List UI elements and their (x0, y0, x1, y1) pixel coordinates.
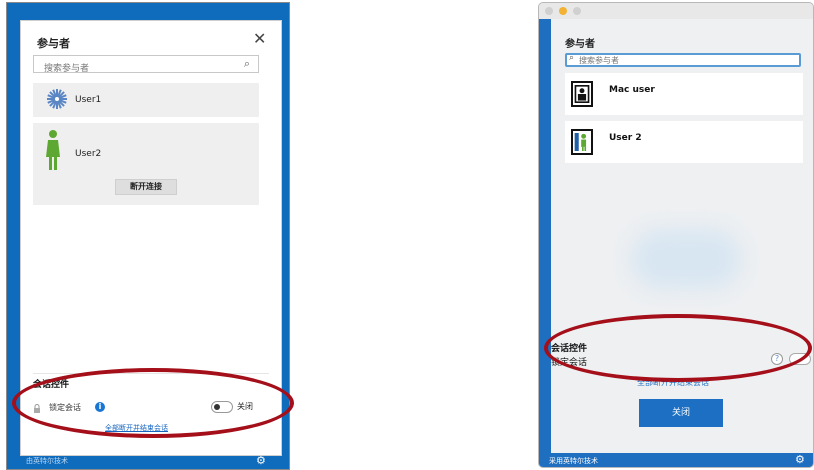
search-icon: ⌕ (569, 53, 575, 63)
participant-item-user-2[interactable]: User 2 (565, 121, 803, 163)
participant-name: User 2 (609, 133, 642, 143)
highlight-ellipse-mac (544, 314, 812, 382)
framed-portrait-icon (571, 81, 593, 107)
participant-name: User1 (75, 95, 102, 105)
participant-name: Mac user (609, 85, 655, 95)
highlight-ellipse-windows (12, 368, 294, 438)
participant-search-input[interactable] (34, 61, 224, 77)
participant-search-input[interactable] (579, 55, 779, 65)
participant-item-user1[interactable]: User1 (33, 83, 259, 117)
window-minimize-dot[interactable] (559, 7, 567, 15)
participant-item-mac-user[interactable]: Mac user (565, 73, 803, 115)
disconnect-button[interactable]: 断开连接 (115, 179, 177, 195)
mac-bottom-bar: 采用英特尔技术 ⚙ (539, 453, 813, 467)
framed-person-icon (571, 129, 593, 155)
close-icon[interactable]: ✕ (253, 29, 266, 48)
participant-search-field[interactable]: ⌕ (565, 53, 801, 67)
search-icon: ⌕ (243, 57, 250, 70)
participant-item-user2[interactable]: User2 断开连接 (33, 123, 259, 205)
close-button[interactable]: 关闭 (639, 399, 723, 427)
mac-participants-window: 参与者 ⌕ Mac user (538, 2, 814, 468)
participant-name: User2 (75, 149, 102, 159)
mac-titlebar (539, 3, 813, 19)
mac-content-area: 参与者 ⌕ Mac user (551, 19, 813, 453)
window-zoom-dot[interactable] (573, 7, 581, 15)
background-blur-shape (631, 229, 741, 289)
side-accent-strip (539, 19, 551, 455)
settings-gear-icon[interactable]: ⚙ (795, 453, 805, 466)
participant-search-field[interactable]: ⌕ (33, 55, 259, 77)
screenshot-canvas: 由英特尔技术 ⚙ 参与者 ✕ ⌕ (0, 0, 814, 470)
windows-bottom-text: 由英特尔技术 (26, 457, 68, 465)
powered-by-text: 采用英特尔技术 (549, 457, 598, 465)
gear-avatar-icon (47, 89, 67, 109)
participants-title: 参与者 (565, 39, 595, 50)
female-person-icon (46, 130, 60, 170)
participants-title: 参与者 (37, 37, 70, 50)
window-close-dot[interactable] (545, 7, 553, 15)
